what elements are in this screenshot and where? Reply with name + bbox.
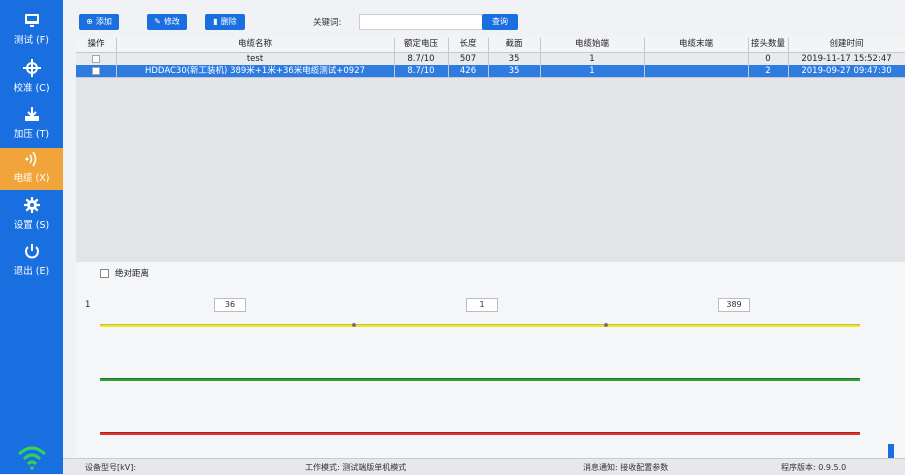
nav-calibrate-label: 校准 (C) (13, 83, 50, 94)
line (100, 378, 860, 381)
trash-icon: ▮ (213, 17, 218, 26)
cell-section: 35 (508, 66, 520, 76)
nav-test-label: 测试 (F) (14, 35, 49, 46)
col-header: 截面 (505, 39, 523, 49)
cell-joints: 0 (765, 54, 771, 64)
col-divider (540, 38, 541, 78)
table-header: 操作 电缆名称 额定电压 长度 截面 电缆始端 电缆末端 接头数量 创建时间 (76, 38, 905, 53)
col-header: 长度 (459, 39, 477, 49)
cell-section: 35 (508, 54, 520, 64)
edge-marker (888, 444, 894, 458)
checkbox-box (100, 269, 109, 278)
nav-settings[interactable]: 设置 (S) (0, 195, 63, 235)
nav-exit[interactable]: 退出 (E) (0, 241, 63, 281)
cell-name: test (246, 54, 264, 64)
table-row-selected[interactable]: HDDAC30(新工装机) 389米+1米+36米电缆测试+0927 8.7/1… (76, 65, 905, 78)
program-version: 程序版本: 0.9.5.0 (781, 463, 847, 472)
status-bar: 设备型号[kV]: 工作模式: 测试端版单机模式 消息通知: 接收配置参数 程序… (63, 458, 905, 475)
delete-label: 删除 (220, 17, 237, 26)
cell-end (644, 65, 748, 77)
wifi-icon (17, 446, 47, 470)
edit-button[interactable]: ✎ 修改 (147, 14, 187, 30)
cable-table: 操作 电缆名称 额定电压 长度 截面 电缆始端 电缆末端 接头数量 创建时间 t… (76, 38, 905, 262)
row-checkbox[interactable] (76, 53, 116, 65)
sidebar: 测试 (F) 校准 (C) 加压 (T) 电缆 (X) 设置 (S) 退出 (E… (0, 0, 63, 474)
nav-exit-label: 退出 (E) (13, 266, 50, 277)
gear-icon (23, 197, 40, 213)
cell-end (644, 53, 748, 65)
cable-line-red (100, 432, 860, 435)
cell-joints: 2 (765, 66, 771, 76)
cell-length: 507 (459, 54, 477, 64)
delete-button[interactable]: ▮ 删除 (205, 14, 245, 30)
edit-label: 修改 (163, 17, 180, 26)
row-checkbox[interactable] (76, 65, 116, 77)
col-divider (748, 38, 749, 78)
cell-voltage: 8.7/10 (407, 66, 435, 76)
col-divider (448, 38, 449, 78)
add-button[interactable]: ⊕ 添加 (79, 14, 119, 30)
row-number: 1 (85, 300, 91, 310)
segment-length-box: 389 (718, 298, 750, 312)
cell-voltage: 8.7/10 (407, 54, 435, 64)
nav-cable[interactable]: 电缆 (X) (0, 148, 63, 190)
query-label: 查询 (492, 17, 508, 26)
col-divider (788, 38, 789, 78)
monitor-icon (24, 14, 39, 27)
col-header: 额定电压 (403, 39, 438, 49)
cable-line-yellow (100, 323, 860, 327)
col-divider (394, 38, 395, 78)
col-divider (644, 38, 645, 78)
nav-test[interactable]: 测试 (F) (0, 10, 63, 50)
query-button[interactable]: 查询 (482, 14, 518, 30)
keyword-label: 关键词: (313, 18, 342, 28)
col-header: 操作 (87, 39, 105, 49)
segment-length-box: 1 (466, 298, 498, 312)
cell-created: 2019-09-27 09:47:30 (801, 66, 892, 76)
cell-name: HDDAC30(新工装机) 389米+1米+36米电缆测试+0927 (144, 66, 366, 76)
line (100, 432, 860, 435)
nav-cable-label: 电缆 (X) (13, 173, 50, 184)
nav-calibrate[interactable]: 校准 (C) (0, 58, 63, 98)
cell-created: 2019-11-17 15:52:47 (801, 54, 892, 64)
joint-marker (604, 323, 608, 327)
col-header: 创建时间 (829, 39, 864, 49)
nav-pressure-label: 加压 (T) (13, 129, 50, 140)
cell-start: 1 (589, 54, 595, 64)
download-icon (24, 107, 39, 121)
absolute-distance-label: 绝对距离 (115, 269, 150, 279)
keyword-input[interactable] (359, 14, 491, 30)
work-mode: 工作模式: 测试端版单机模式 (305, 463, 407, 472)
signal-icon (25, 151, 36, 167)
toolbar: ⊕ 添加 ✎ 修改 ▮ 删除 关键词: 查询 (63, 12, 905, 32)
nav-settings-label: 设置 (S) (13, 220, 50, 231)
col-divider (488, 38, 489, 78)
col-header: 电缆名称 (237, 39, 272, 49)
col-header: 电缆始端 (574, 39, 609, 49)
device-model: 设备型号[kV]: (85, 463, 137, 472)
joint-marker (352, 323, 356, 327)
cable-line-green (100, 378, 860, 381)
cable-diagram-panel: 绝对距离 1 36 1 389 (76, 262, 905, 458)
line (100, 324, 860, 327)
col-header: 电缆末端 (678, 39, 713, 49)
cell-length: 426 (459, 66, 477, 76)
message-notice: 消息通知: 接收配置参数 (583, 463, 669, 472)
segment-length-box: 36 (214, 298, 246, 312)
plus-circle-icon: ⊕ (86, 17, 93, 26)
absolute-distance-checkbox[interactable]: 绝对距离 (100, 267, 149, 279)
crosshair-icon (22, 59, 41, 77)
power-icon (24, 244, 39, 259)
col-divider (116, 38, 117, 78)
add-label: 添加 (95, 17, 112, 26)
col-header: 接头数量 (750, 39, 785, 49)
nav-pressure[interactable]: 加压 (T) (0, 104, 63, 144)
edit-icon: ✎ (154, 17, 161, 26)
cell-start: 1 (589, 66, 595, 76)
